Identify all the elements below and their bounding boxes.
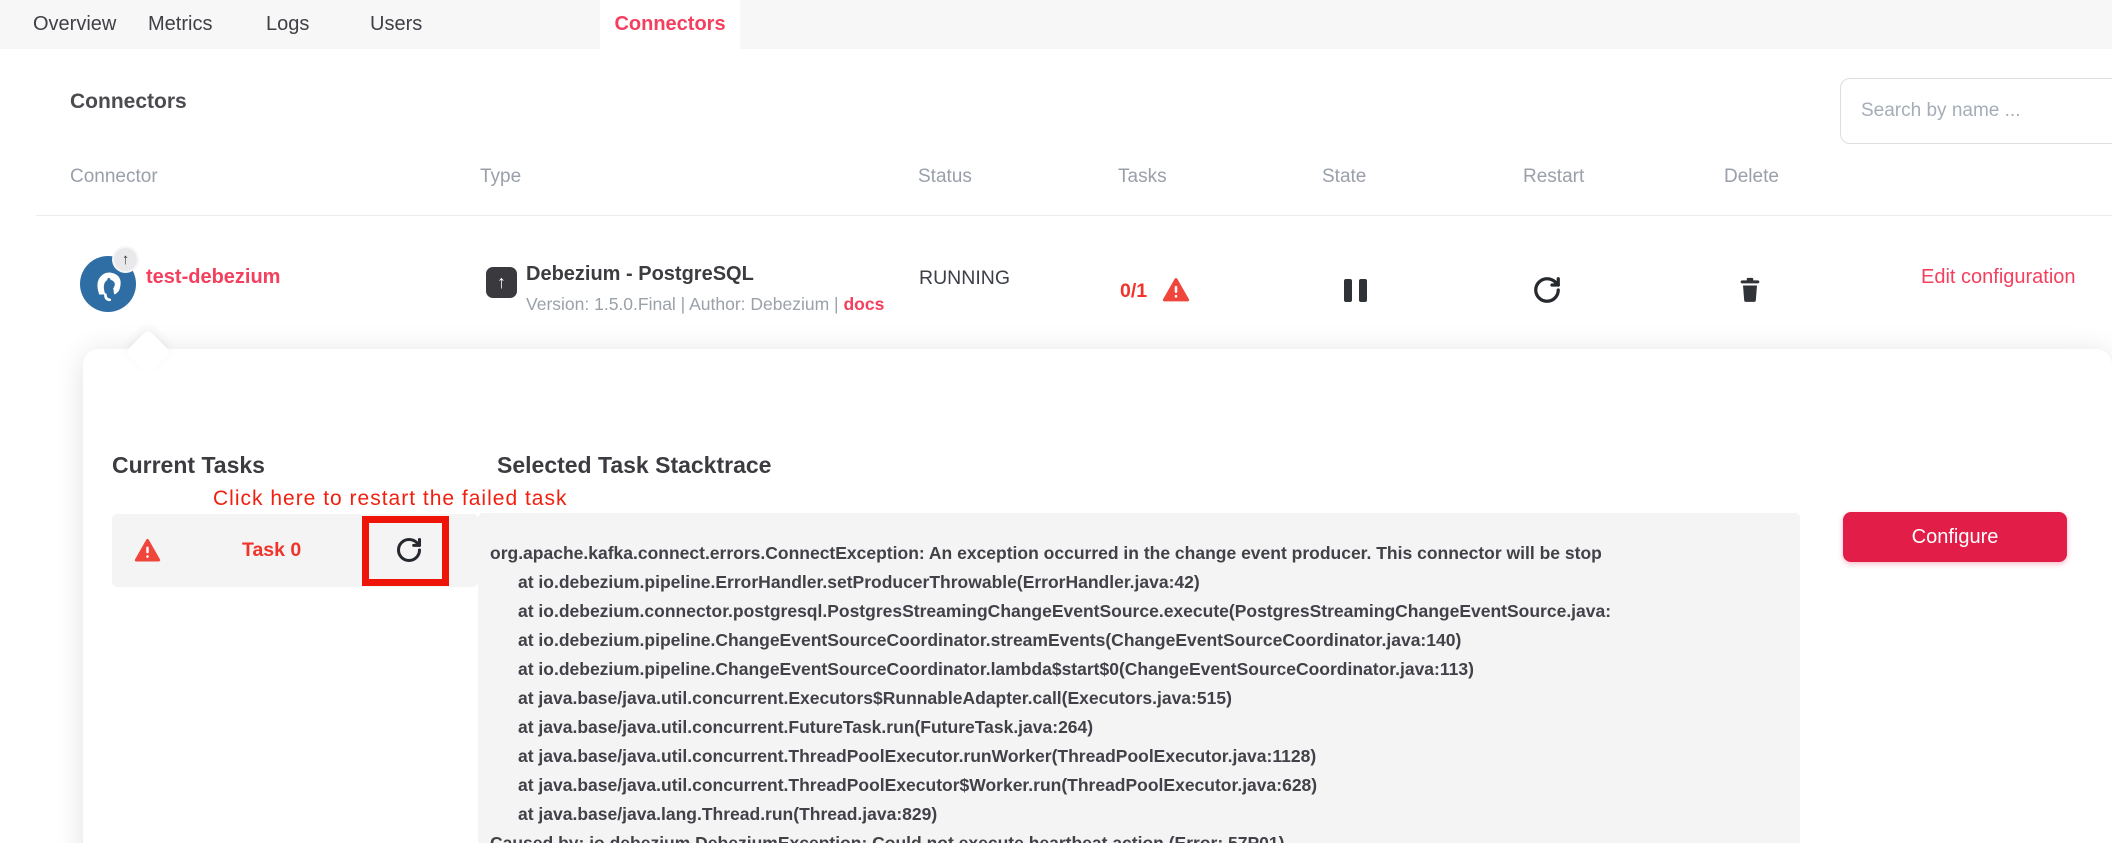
connector-name-link[interactable]: test-debezium — [146, 266, 280, 289]
stacktrace-line: at java.base/java.util.concurrent.Thread… — [490, 742, 1788, 771]
column-header-state: State — [1322, 166, 1366, 188]
stacktrace-line: at java.base/java.lang.Thread.run(Thread… — [490, 800, 1788, 829]
tasks-count: 0/1 — [1120, 280, 1147, 303]
source-connector-icon: ↑ — [486, 267, 517, 298]
status-value: RUNNING — [919, 267, 1010, 290]
stacktrace-line: org.apache.kafka.connect.errors.ConnectE… — [490, 539, 1788, 568]
warning-icon — [1162, 276, 1190, 309]
stacktrace-line: at java.base/java.util.concurrent.Thread… — [490, 771, 1788, 800]
column-header-type: Type — [480, 166, 521, 188]
stacktrace-heading: Selected Task Stacktrace — [497, 452, 771, 479]
stacktrace-line: Caused by: io.debezium.DebeziumException… — [490, 829, 1788, 843]
restart-task-button[interactable] — [395, 536, 423, 564]
task-warning-icon — [134, 537, 161, 569]
pause-icon — [1344, 279, 1352, 302]
pause-connector-button[interactable] — [1343, 279, 1367, 303]
tab-users[interactable]: Users — [370, 0, 422, 49]
page-title: Connectors — [70, 90, 187, 114]
current-tasks-heading: Current Tasks — [112, 452, 265, 479]
delete-connector-button[interactable] — [1736, 275, 1764, 303]
connector-type-meta: Version: 1.5.0.Final | Author: Debezium … — [526, 294, 884, 315]
column-header-status: Status — [918, 166, 972, 188]
connector-details-panel: Current Tasks Selected Task Stacktrace C… — [83, 349, 2112, 843]
restart-task-icon — [395, 536, 423, 564]
top-tab-bar: Overview Metrics Logs Users Connectors — [0, 0, 2112, 49]
stacktrace-line: at io.debezium.pipeline.ErrorHandler.set… — [490, 568, 1788, 597]
column-header-connector: Connector — [70, 166, 158, 188]
stacktrace-line: at java.base/java.util.concurrent.Execut… — [490, 684, 1788, 713]
configure-button[interactable]: Configure — [1843, 512, 2067, 562]
task-item-label[interactable]: Task 0 — [242, 539, 301, 562]
tab-logs[interactable]: Logs — [266, 0, 309, 49]
column-header-restart: Restart — [1523, 166, 1584, 188]
column-header-delete: Delete — [1724, 166, 1779, 188]
stacktrace-line: at io.debezium.pipeline.ChangeEventSourc… — [490, 626, 1788, 655]
app-window: Overview Metrics Logs Users Connectors C… — [0, 0, 2112, 843]
tab-metrics[interactable]: Metrics — [148, 0, 212, 49]
table-header-divider — [36, 215, 2112, 216]
column-header-tasks: Tasks — [1118, 166, 1167, 188]
stacktrace-line: at io.debezium.pipeline.ChangeEventSourc… — [490, 655, 1788, 684]
search-input[interactable] — [1840, 78, 2112, 144]
source-arrow-badge: ↑ — [112, 246, 139, 273]
connector-type-title: Debezium - PostgreSQL — [526, 263, 754, 286]
edit-configuration-link[interactable]: Edit configuration — [1921, 266, 2076, 289]
restart-connector-button[interactable] — [1532, 275, 1562, 305]
annotation-restart-hint: Click here to restart the failed task — [213, 487, 567, 511]
connector-version-author: Version: 1.5.0.Final | Author: Debezium … — [526, 294, 839, 314]
restart-icon — [1532, 275, 1562, 305]
task-list-panel: Task 0 — [112, 514, 478, 587]
tab-overview[interactable]: Overview — [33, 0, 116, 49]
stacktrace-line: at java.base/java.util.concurrent.Future… — [490, 713, 1788, 742]
docs-link[interactable]: docs — [843, 294, 884, 314]
stacktrace-panel: org.apache.kafka.connect.errors.ConnectE… — [478, 513, 1800, 843]
stacktrace-line: at io.debezium.connector.postgresql.Post… — [490, 597, 1788, 626]
tab-connectors[interactable]: Connectors — [600, 0, 740, 49]
trash-icon — [1736, 275, 1764, 303]
